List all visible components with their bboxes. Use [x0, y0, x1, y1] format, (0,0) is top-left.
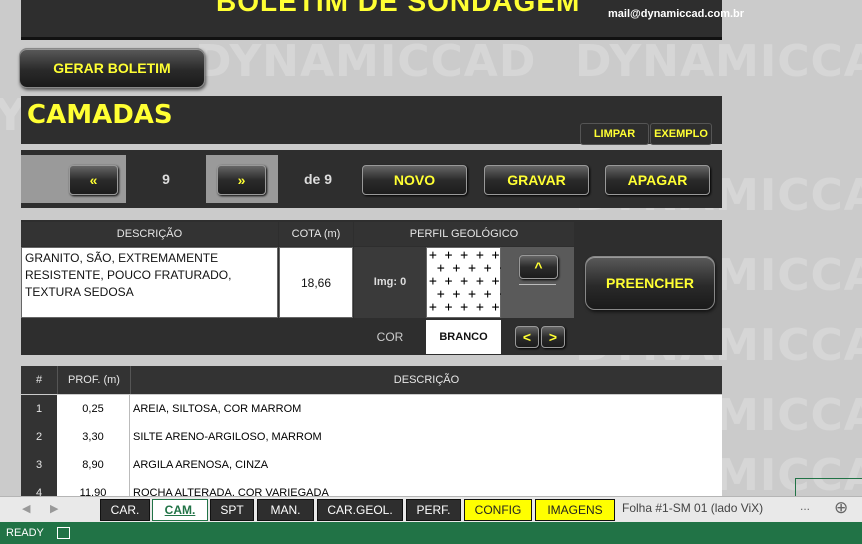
row-descricao: AREIA, SILTOSA, COR MARROM — [133, 403, 302, 415]
cor-next-button[interactable]: > — [541, 326, 565, 348]
table-header-prof: PROF. (m) — [57, 366, 130, 394]
gravar-button[interactable]: GRAVAR — [484, 165, 589, 195]
limpar-button[interactable]: LIMPAR — [580, 123, 649, 145]
cor-prev-button[interactable]: < — [515, 326, 539, 348]
tab-cam[interactable]: CAM. — [152, 499, 208, 521]
descricao-input[interactable]: GRANITO, SÃO, EXTREMAMENTE RESISTENTE, P… — [21, 247, 278, 318]
navigator-bottom-border — [21, 203, 722, 208]
cota-header: COTA (m) — [279, 222, 353, 246]
record-total-label: de 9 — [303, 171, 332, 187]
camadas-title: CAMADAS — [27, 100, 173, 130]
page-title: BOLETIM DE SONDAGEM — [216, 0, 581, 17]
preencher-button[interactable]: PREENCHER — [585, 256, 715, 310]
pattern-up-button[interactable]: ^ — [519, 255, 558, 279]
row-prof: 8,90 — [57, 451, 130, 479]
tab-car[interactable]: CAR. — [100, 499, 150, 521]
header-bar: BOLETIM DE SONDAGEM mail@dynamiccad.com.… — [21, 0, 744, 40]
selection-corner — [795, 478, 862, 496]
current-record-number: 9 — [162, 171, 170, 187]
ready-status: READY — [6, 527, 44, 539]
row-prof: 11,90 — [57, 479, 130, 496]
row-descricao: ROCHA ALTERADA, COR VARIEGADA — [133, 487, 329, 496]
geological-pattern-preview: + + + + + + + + + + + + + + + + + + + + … — [426, 247, 515, 318]
status-bar: READY — [0, 522, 862, 544]
novo-button[interactable]: NOVO — [362, 165, 467, 195]
table-row[interactable]: 3 8,90 ARGILA ARENOSA, CINZA — [21, 451, 722, 480]
watermark-text: DYNAMICCAD — [195, 36, 537, 87]
row-number: 3 — [21, 451, 57, 479]
contact-email: mail@dynamiccad.com.br — [608, 8, 745, 20]
tab-perf[interactable]: PERF. — [406, 499, 461, 521]
watermark-text: DYNAMICCAD — [575, 36, 862, 87]
row-prof: 3,30 — [57, 423, 130, 451]
tab-man[interactable]: MAN. — [257, 499, 314, 521]
table-header-number: # — [21, 366, 57, 394]
tab-car-geol[interactable]: CAR.GEOL. — [317, 499, 403, 521]
previous-record-button[interactable]: « — [69, 165, 118, 195]
table-row[interactable]: 1 0,25 AREIA, SILTOSA, COR MARROM — [21, 395, 722, 424]
exemplo-button[interactable]: EXEMPLO — [650, 123, 712, 145]
tab-folha[interactable]: Folha #1-SM 01 (lado ViX) — [622, 501, 763, 515]
img-index-label: Img: 0 — [354, 247, 426, 318]
macro-recording-icon[interactable] — [57, 527, 70, 539]
next-record-button[interactable]: » — [217, 165, 266, 195]
gerar-boletim-button[interactable]: GERAR BOLETIM — [19, 48, 205, 88]
table-row[interactable]: 4 11,90 ROCHA ALTERADA, COR VARIEGADA — [21, 479, 722, 496]
sheet-tab-bar: ◀ ▶ CAR. CAM. SPT MAN. CAR.GEOL. PERF. C… — [0, 496, 862, 523]
row-descricao: ARGILA ARENOSA, CINZA — [133, 459, 269, 471]
row-prof: 0,25 — [57, 395, 130, 423]
cor-label: COR — [376, 330, 404, 344]
row-number: 2 — [21, 423, 57, 451]
scroll-right-icon[interactable]: ▶ — [50, 502, 58, 515]
perfil-header: PERFIL GEOLÓGICO — [354, 222, 574, 246]
pattern-divider — [519, 284, 556, 285]
tab-imagens[interactable]: IMAGENS — [535, 499, 615, 521]
table-header-descricao: DESCRIÇÃO — [130, 366, 722, 394]
more-tabs-button[interactable]: ... — [800, 499, 810, 513]
cor-value[interactable]: BRANCO — [426, 320, 501, 354]
row-number: 1 — [21, 395, 57, 423]
tab-config[interactable]: CONFIG — [464, 499, 532, 521]
apagar-button[interactable]: APAGAR — [605, 165, 710, 195]
descricao-header: DESCRIÇÃO — [21, 222, 278, 246]
row-descricao: SILTE ARENO-ARGILOSO, MARROM — [133, 431, 322, 443]
worksheet-area: DYNAMICCAD DYNAMICCAD DYNAMICCAD DYNAMIC… — [0, 0, 862, 496]
table-row[interactable]: 2 3,30 SILTE ARENO-ARGILOSO, MARROM — [21, 423, 722, 452]
scroll-left-icon[interactable]: ◀ — [22, 502, 30, 515]
tab-spt[interactable]: SPT — [210, 499, 254, 521]
row-number: 4 — [21, 479, 57, 496]
add-sheet-icon[interactable]: ⊕ — [834, 498, 848, 518]
cota-input[interactable]: 18,66 — [279, 247, 353, 318]
